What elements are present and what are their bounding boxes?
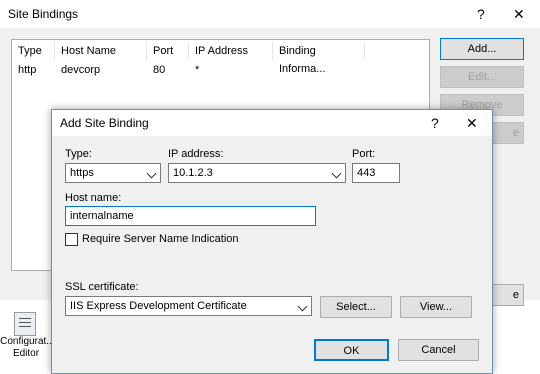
column-header-port[interactable]: Port (147, 42, 189, 60)
config-editor-label[interactable]: Configurat.. Editor (0, 336, 52, 360)
site-bindings-title: Site Bindings (8, 7, 79, 21)
type-select[interactable]: https (65, 163, 161, 183)
row-ip: * (195, 64, 200, 76)
host-name-label: Host name: (65, 192, 122, 204)
host-name-value: internalname (70, 210, 134, 222)
row-host: devcorp (61, 64, 101, 76)
close-icon[interactable]: ✕ (466, 115, 478, 132)
table-row[interactable]: http devcorp 80 * (12, 60, 429, 78)
view-certificate-button[interactable]: View... (400, 296, 472, 318)
select-certificate-button[interactable]: Select... (320, 296, 392, 318)
port-value: 443 (357, 167, 376, 179)
help-icon[interactable]: ? (477, 6, 485, 22)
config-editor-icon[interactable] (14, 312, 36, 336)
add-site-binding-dialog: Add Site Binding ? ✕ Type: https IP addr… (51, 109, 493, 374)
close-icon[interactable]: ✕ (513, 6, 525, 23)
chevron-down-icon (146, 168, 157, 179)
ip-address-label: IP address: (168, 148, 224, 160)
port-label: Port: (352, 148, 376, 160)
row-type: http (18, 64, 37, 76)
dialog-title: Add Site Binding (60, 116, 149, 130)
column-header-binding-info[interactable]: Binding Informa... (273, 42, 365, 75)
port-field[interactable]: 443 (352, 163, 400, 183)
chevron-down-icon (331, 168, 342, 179)
column-header-host-name[interactable]: Host Name (55, 42, 147, 60)
ssl-certificate-select[interactable]: IIS Express Development Certificate (65, 296, 312, 316)
ssl-certificate-label: SSL certificate: (65, 281, 139, 293)
site-bindings-titlebar: Site Bindings ? ✕ (0, 0, 540, 28)
cancel-button[interactable]: Cancel (398, 339, 479, 361)
add-site-binding-titlebar: Add Site Binding ? ✕ (52, 110, 492, 136)
edit-button[interactable]: Edit... (440, 66, 524, 88)
row-port: 80 (153, 64, 166, 76)
add-button[interactable]: Add... (440, 38, 524, 60)
type-select-value: https (70, 167, 94, 179)
ip-address-value: 10.1.2.3 (173, 167, 213, 179)
column-header-type[interactable]: Type (12, 42, 55, 60)
column-header-ip-address[interactable]: IP Address (189, 42, 273, 60)
ip-address-select[interactable]: 10.1.2.3 (168, 163, 346, 183)
sni-checkbox[interactable] (65, 233, 78, 246)
chevron-down-icon (297, 301, 308, 312)
type-label: Type: (65, 148, 92, 160)
ok-button[interactable]: OK (314, 339, 389, 361)
host-name-field[interactable]: internalname (65, 206, 316, 226)
help-icon[interactable]: ? (431, 115, 439, 131)
ssl-certificate-value: IIS Express Development Certificate (70, 300, 247, 312)
sni-label[interactable]: Require Server Name Indication (82, 233, 239, 245)
